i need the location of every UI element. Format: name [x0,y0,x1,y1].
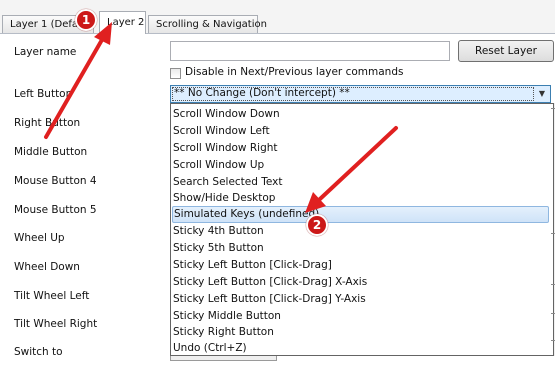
dropdown-item-scroll-window-right[interactable]: Scroll Window Right [172,140,278,157]
tab-layer-2-label: Layer 2 [107,17,145,28]
dropdown-item-sticky-right-button[interactable]: Sticky Right Button [172,324,274,341]
dropdown-item-scroll-window-up[interactable]: Scroll Window Up [172,157,264,174]
dropdown-item-sticky-left-click-drag[interactable]: Sticky Left Button [Click-Drag] [172,257,332,274]
mouse-button-5-label: Mouse Button 5 [14,204,97,216]
wheel-up-label: Wheel Up [14,232,65,244]
wheel-down-label: Wheel Down [14,261,80,273]
tilt-wheel-right-label: Tilt Wheel Right [14,318,98,330]
left-button-select[interactable]: ** No Change (Don't intercept) ** ▼ [170,85,551,103]
mouse-button-4-label: Mouse Button 4 [14,175,97,187]
scrollbar-tick [551,340,555,341]
reset-layer-button[interactable]: Reset Layer [458,40,554,62]
annotation-badge-1: 1 [75,9,97,31]
dropdown-item-sticky-4th-button[interactable]: Sticky 4th Button [172,223,264,240]
layer-name-input[interactable] [170,41,450,61]
scrollbar-tick [551,313,555,314]
scrollbar-tick [551,284,555,285]
dropdown-item-sticky-left-click-drag-y[interactable]: Sticky Left Button [Click-Drag] Y-Axis [172,291,366,308]
dropdown-item-sticky-middle-button[interactable]: Sticky Middle Button [172,308,281,325]
chevron-down-icon[interactable]: ▼ [535,87,549,101]
left-button-dropdown-list[interactable]: Scroll Window Down Scroll Window Left Sc… [170,103,554,356]
annotation-badge-2: 2 [306,214,328,236]
disable-next-previous-checkbox[interactable] [170,68,181,79]
dropdown-item-show-hide-desktop[interactable]: Show/Hide Desktop [172,190,275,207]
middle-button-label: Middle Button [14,146,88,158]
dropdown-item-sticky-5th-button[interactable]: Sticky 5th Button [172,240,264,257]
tab-scrolling-navigation[interactable]: Scrolling & Navigation [148,15,267,33]
tilt-wheel-left-label: Tilt Wheel Left [14,290,90,302]
dropdown-item-search-selected-text[interactable]: Search Selected Text [172,174,283,191]
dropdown-item-sticky-left-click-drag-x[interactable]: Sticky Left Button [Click-Drag] X-Axis [172,274,367,291]
dropdown-item-simulated-keys[interactable]: Simulated Keys (undefined) [172,206,549,223]
dropdown-item-scroll-window-left[interactable]: Scroll Window Left [172,123,270,140]
scrollbar-tick [551,233,555,234]
scrollbar-tick [551,108,555,109]
tab-layer-1-label: Layer 1 (Defa [10,19,79,30]
dropdown-item-scroll-window-down[interactable]: Scroll Window Down [172,106,280,123]
right-button-label: Right Button [14,117,81,129]
tab-layer-2[interactable]: Layer 2 [99,11,146,34]
switch-to-label: Switch to [14,346,63,358]
left-button-label: Left Button [14,88,73,100]
disable-next-previous-label: Disable in Next/Previous layer commands [185,66,404,78]
layer-name-label: Layer name [14,46,77,58]
dropdown-item-undo[interactable]: Undo (Ctrl+Z) [172,340,247,355]
tab-scrolling-navigation-label: Scrolling & Navigation [156,19,267,30]
left-button-select-value: ** No Change (Don't intercept) ** [174,87,350,99]
